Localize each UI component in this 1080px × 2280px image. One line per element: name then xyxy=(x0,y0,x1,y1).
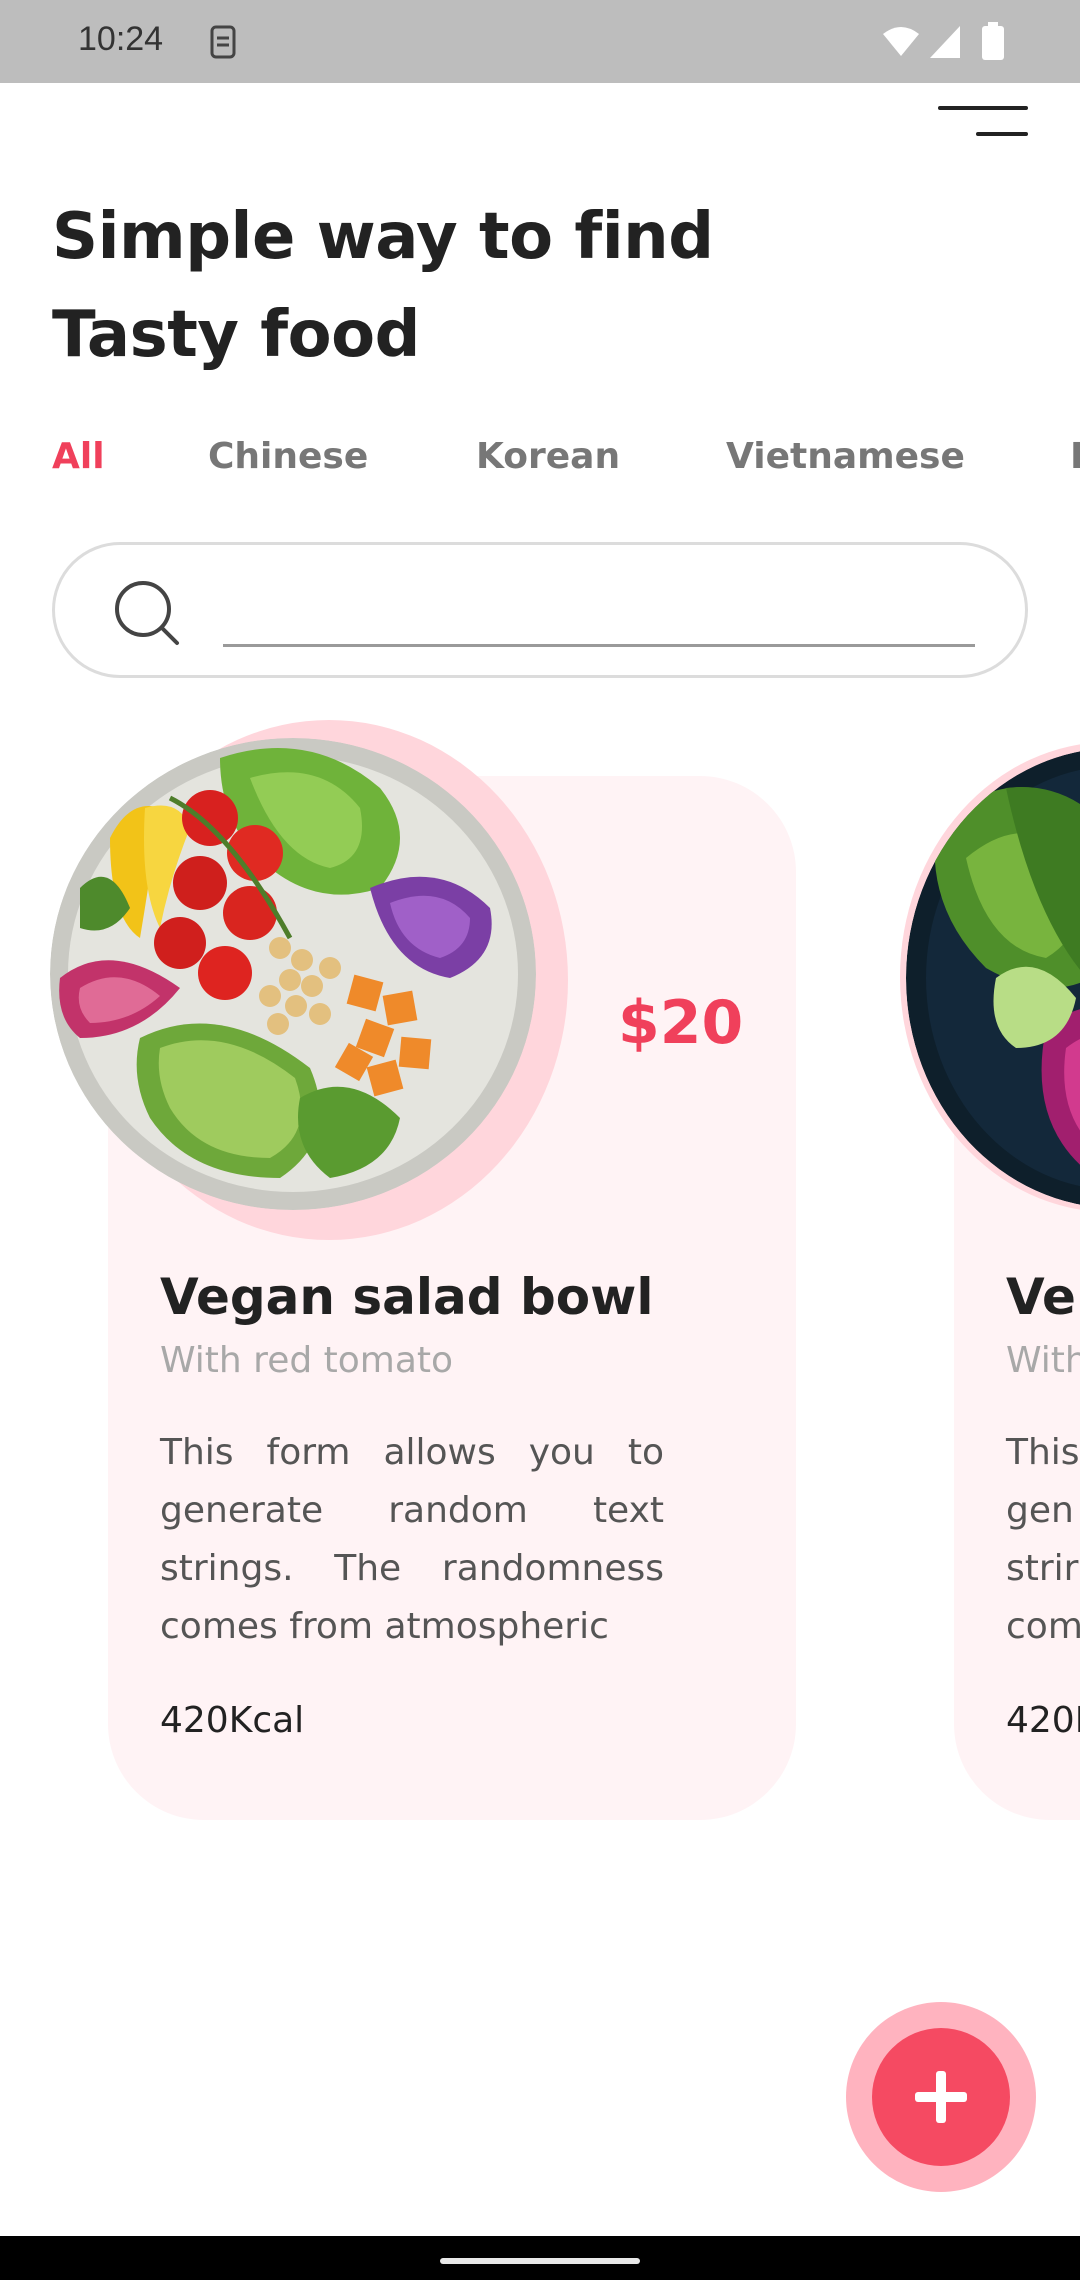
page-title-line1: Simple way to find xyxy=(52,200,714,274)
food-image-1 xyxy=(50,738,536,1210)
wifi-icon xyxy=(883,27,919,56)
tab-korean[interactable]: Korean xyxy=(476,436,620,477)
card-2-kcal: 420I xyxy=(1006,1700,1080,1741)
menu-line-bottom xyxy=(976,132,1028,136)
signal-icon xyxy=(930,26,960,58)
home-gesture-handle[interactable] xyxy=(440,2258,640,2264)
navigation-bar xyxy=(0,2236,1080,2280)
tab-chinese[interactable]: Chinese xyxy=(208,436,368,477)
search-icon[interactable] xyxy=(111,577,183,649)
page-title-line2: Tasty food xyxy=(52,298,420,372)
card-2-title: Ve xyxy=(1006,1268,1076,1326)
status-time: 10:24 xyxy=(78,20,164,58)
food-image-2 xyxy=(906,748,1080,1208)
card-1-kcal: 420Kcal xyxy=(160,1700,305,1741)
sim-icon xyxy=(210,25,236,59)
card-1-description: This form allows you to generate random … xyxy=(160,1432,664,1647)
page-title: Simple way to find Tasty food xyxy=(52,188,952,384)
add-button[interactable] xyxy=(872,2028,1010,2166)
card-1-title: Vegan salad bowl xyxy=(160,1268,654,1326)
hamburger-menu-icon[interactable] xyxy=(936,100,1032,146)
tab-vietnamese[interactable]: Vietnamese xyxy=(726,436,965,477)
search-input[interactable] xyxy=(223,575,975,647)
tab-all[interactable]: All xyxy=(52,436,105,477)
card-2-description: This gen strir com xyxy=(1006,1432,1080,1647)
card-1-price: $20 xyxy=(618,988,744,1058)
menu-line-top xyxy=(938,106,1028,110)
plus-icon xyxy=(915,2071,967,2123)
card-1-subtitle: With red tomato xyxy=(160,1340,454,1381)
battery-icon xyxy=(982,22,1004,60)
tab-next[interactable]: I xyxy=(1070,436,1080,477)
category-tabs: All Chinese Korean Vietnamese I xyxy=(0,436,1080,496)
search-bar xyxy=(52,542,1028,678)
status-bar: 10:24 xyxy=(0,0,1080,83)
card-2-subtitle: With xyxy=(1006,1340,1080,1381)
